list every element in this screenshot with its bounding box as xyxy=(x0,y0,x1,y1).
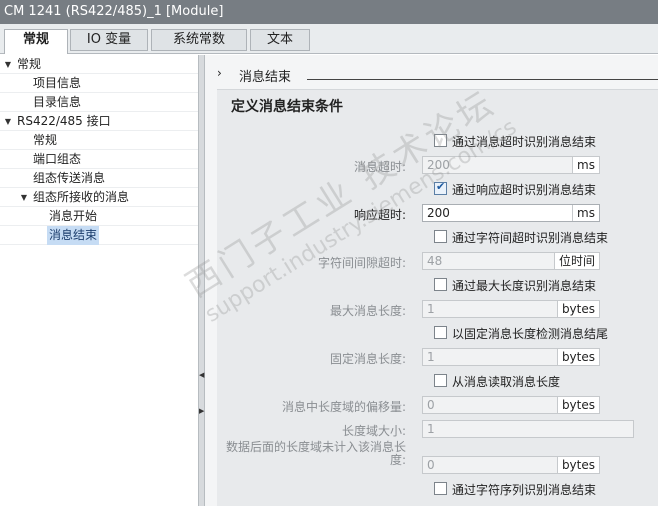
timeout-checkbox[interactable] xyxy=(434,134,447,147)
length-size-value: 1 xyxy=(427,422,435,436)
section-divider xyxy=(307,79,658,80)
tree-item-label: 目录信息 xyxy=(33,95,82,109)
char-gap-value: 48 xyxy=(427,254,443,268)
length-size-select[interactable]: 1 xyxy=(422,420,634,438)
tree-item-label: 组态所接收的消息 xyxy=(33,190,130,204)
section-title: 消息结束 xyxy=(239,70,292,85)
tree-item-message-end[interactable]: 消息结束 xyxy=(0,226,198,245)
tree-item-general[interactable]: ▼ 常规 xyxy=(0,55,198,74)
tree-item-label: 常规 xyxy=(33,133,58,147)
tab-system-constants[interactable]: 系统常数 xyxy=(151,29,247,51)
gap-checkbox[interactable] xyxy=(434,230,447,243)
read-length-checkbox[interactable] xyxy=(434,374,447,387)
fixed-length-unit: bytes xyxy=(556,349,599,365)
maxlen-checkbox-label: 通过最大长度识别消息结束 xyxy=(452,279,597,293)
navigation-tree: ▼ 常规 项目信息 目录信息 ▼ RS422/485 接口 常规 端口组态 组态… xyxy=(0,55,198,506)
message-timeout-label: 消息超时: xyxy=(353,160,406,174)
gap-checkbox-label: 通过字符间超时识别消息结束 xyxy=(452,231,609,245)
expand-arrow-icon[interactable]: ▼ xyxy=(3,112,13,131)
tree-item-label: RS422/485 接口 xyxy=(17,114,111,128)
char-gap-unit: 位时间 xyxy=(553,253,599,269)
max-length-input[interactable]: 1 bytes xyxy=(422,300,600,318)
char-gap-input[interactable]: 48 位时间 xyxy=(422,252,600,270)
tree-item-label: 项目信息 xyxy=(33,76,82,90)
char-gap-label: 字符间间隙超时: xyxy=(317,256,406,270)
properties-pane: › 消息结束 定义消息结束条件 通过消息超时识别消息结束 消息超时: 200 m… xyxy=(205,55,658,506)
pane-splitter[interactable]: ◀ ▶ xyxy=(198,55,205,506)
response-checkbox-label: 通过响应超时识别消息结束 xyxy=(452,183,597,197)
expand-arrow-icon[interactable]: ▼ xyxy=(19,188,29,207)
tab-io-tags[interactable]: IO 变量 xyxy=(70,29,148,51)
length-offset-value: 0 xyxy=(427,398,435,412)
tree-item-label: 端口组态 xyxy=(33,152,82,166)
sequence-checkbox-label: 通过字符序列识别消息结束 xyxy=(452,483,597,497)
tree-item-label: 常规 xyxy=(17,57,42,71)
response-timeout-input[interactable]: 200 ms xyxy=(422,204,600,222)
max-length-unit: bytes xyxy=(556,301,599,317)
response-timeout-unit: ms xyxy=(572,205,599,221)
collapse-left-icon[interactable]: ◀ xyxy=(199,371,204,379)
sequence-checkbox[interactable] xyxy=(434,482,447,495)
tree-item-port-config[interactable]: 端口组态 xyxy=(0,150,198,169)
tree-item-receive-config[interactable]: ▼ 组态所接收的消息 xyxy=(0,188,198,207)
fixed-checkbox[interactable] xyxy=(434,326,447,339)
fixed-length-input[interactable]: 1 bytes xyxy=(422,348,600,366)
tree-item-label: 消息开始 xyxy=(49,209,98,223)
message-timeout-input[interactable]: 200 ms xyxy=(422,156,600,174)
maxlen-checkbox[interactable] xyxy=(434,278,447,291)
timeout-checkbox-label: 通过消息超时识别消息结束 xyxy=(452,135,597,149)
tree-item-project-info[interactable]: 项目信息 xyxy=(0,74,198,93)
trailing-bytes-unit: bytes xyxy=(556,457,599,473)
tree-item-rs485-interface[interactable]: ▼ RS422/485 接口 xyxy=(0,112,198,131)
tree-item-label: 消息结束 xyxy=(47,226,100,245)
tree-item-interface-general[interactable]: 常规 xyxy=(0,131,198,150)
end-conditions-panel: 定义消息结束条件 通过消息超时识别消息结束 消息超时: 200 ms 通过响应超… xyxy=(217,89,658,506)
max-length-value: 1 xyxy=(427,302,435,316)
fixed-checkbox-label: 以固定消息长度检测消息结尾 xyxy=(452,327,609,341)
panel-title: 定义消息结束条件 xyxy=(231,99,343,115)
expand-right-icon[interactable]: ▶ xyxy=(199,407,204,415)
tree-item-catalog-info[interactable]: 目录信息 xyxy=(0,93,198,112)
max-length-label: 最大消息长度: xyxy=(329,304,406,318)
tree-item-label: 组态传送消息 xyxy=(33,171,106,185)
message-timeout-value: 200 xyxy=(427,158,450,172)
window-title: CM 1241 (RS422/485)_1 [Module] xyxy=(0,0,658,24)
trailing-bytes-input[interactable]: 0 bytes xyxy=(422,456,600,474)
section-header[interactable]: › 消息结束 xyxy=(205,63,658,85)
message-timeout-unit: ms xyxy=(572,157,599,173)
length-size-label: 长度域大小: xyxy=(341,424,406,438)
fixed-length-label: 固定消息长度: xyxy=(329,352,406,366)
fixed-length-value: 1 xyxy=(427,350,435,364)
expand-arrow-icon[interactable]: ▼ xyxy=(3,55,13,74)
tab-general[interactable]: 常规 xyxy=(4,29,68,54)
response-checkbox[interactable] xyxy=(434,180,447,195)
trailing-bytes-label: 数据后面的长度域未计入该消息长度: xyxy=(226,440,407,467)
tab-bar: 常规 IO 变量 系统常数 文本 xyxy=(0,24,658,54)
length-offset-unit: bytes xyxy=(556,397,599,413)
tab-texts[interactable]: 文本 xyxy=(250,29,310,51)
chevron-right-icon[interactable]: › xyxy=(217,66,222,80)
response-timeout-value: 200 xyxy=(427,206,450,220)
trailing-bytes-value: 0 xyxy=(427,458,435,472)
length-offset-input[interactable]: 0 bytes xyxy=(422,396,600,414)
response-timeout-label: 响应超时: xyxy=(353,208,406,222)
length-offset-label: 消息中长度域的偏移量: xyxy=(281,400,406,414)
tree-item-transmit-config[interactable]: 组态传送消息 xyxy=(0,169,198,188)
read-length-checkbox-label: 从消息读取消息长度 xyxy=(452,375,561,389)
tree-item-message-start[interactable]: 消息开始 xyxy=(0,207,198,226)
